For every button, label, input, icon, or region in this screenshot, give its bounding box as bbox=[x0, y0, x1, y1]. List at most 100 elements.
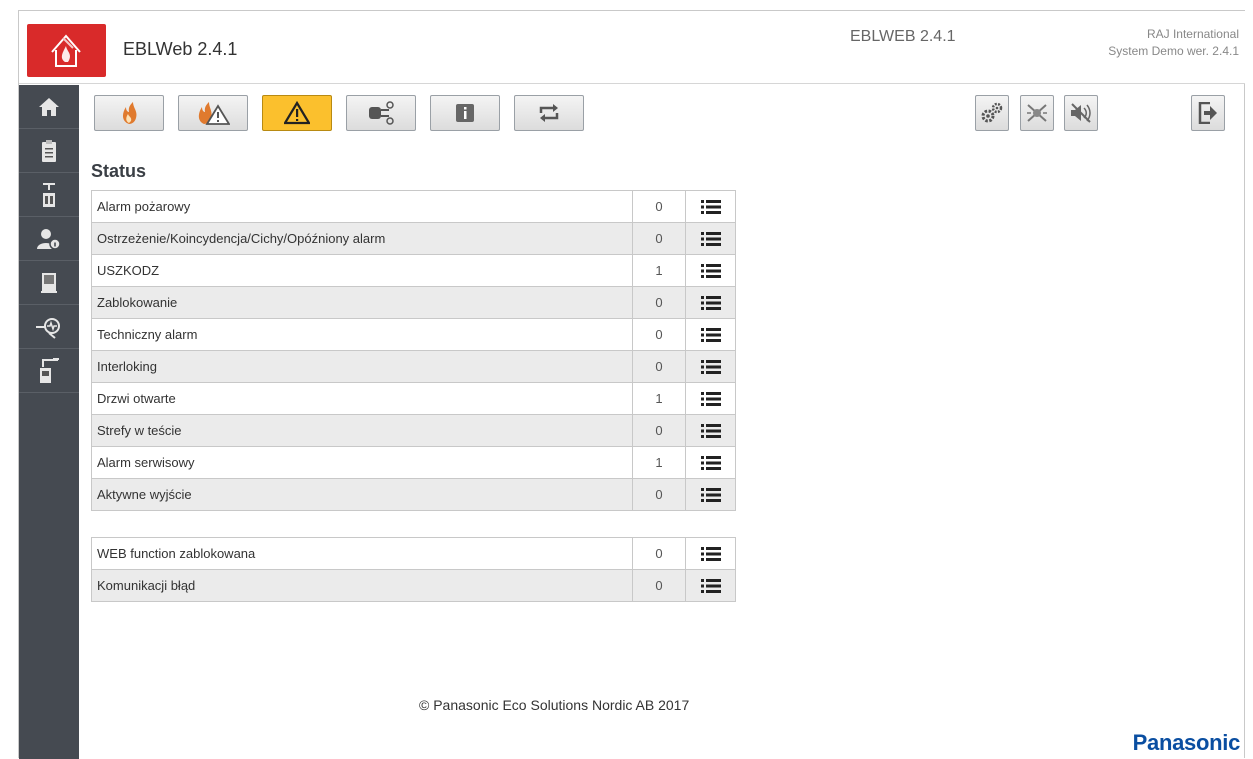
row-label: Ostrzeżenie/Koincydencja/Cichy/Opóźniony… bbox=[91, 222, 633, 255]
row-label: Strefy w teście bbox=[91, 414, 633, 447]
clipboard-icon bbox=[42, 139, 56, 162]
row-label: WEB function zablokowana bbox=[91, 537, 633, 570]
details-button[interactable] bbox=[685, 350, 736, 383]
row-count: 0 bbox=[632, 350, 686, 383]
list-icon bbox=[700, 359, 721, 374]
copyright-text: © Panasonic Eco Solutions Nordic AB 2017 bbox=[419, 697, 690, 713]
row-label: Komunikacji błąd bbox=[91, 569, 633, 602]
sidebar bbox=[19, 85, 79, 759]
list-icon bbox=[700, 487, 721, 502]
toolbar bbox=[79, 85, 1245, 142]
refresh-button[interactable] bbox=[514, 95, 584, 131]
disable-detector-icon bbox=[1027, 104, 1047, 122]
app-logo[interactable] bbox=[27, 24, 106, 77]
fire-alarms-button[interactable] bbox=[94, 95, 164, 131]
system-settings-button[interactable] bbox=[975, 95, 1009, 131]
details-button[interactable] bbox=[685, 569, 736, 602]
details-button[interactable] bbox=[685, 446, 736, 479]
details-button[interactable] bbox=[685, 382, 736, 415]
list-icon bbox=[700, 231, 721, 246]
detector-icon bbox=[36, 317, 60, 339]
fire-warning-icon bbox=[198, 102, 230, 125]
table-row: Ostrzeżenie/Koincydencja/Cichy/Opóźniony… bbox=[91, 222, 736, 255]
sidebar-item-monitor[interactable] bbox=[19, 261, 79, 305]
sidebar-item-events[interactable] bbox=[19, 129, 79, 173]
sidebar-item-panel[interactable] bbox=[19, 173, 79, 217]
table-row: Komunikacji błąd 0 bbox=[91, 569, 736, 602]
row-count: 1 bbox=[632, 446, 686, 479]
settings-device-icon bbox=[369, 101, 394, 125]
system-status-table: WEB function zablokowana 0 Komunikacji bł… bbox=[91, 537, 736, 602]
row-label: Interloking bbox=[91, 350, 633, 383]
disable-button[interactable] bbox=[1020, 95, 1054, 131]
company-info: RAJ International System Demo wer. 2.4.1 bbox=[1108, 26, 1239, 60]
row-label: Aktywne wyjście bbox=[91, 478, 633, 511]
info-icon bbox=[456, 104, 474, 122]
device-settings-button[interactable] bbox=[346, 95, 416, 131]
list-icon bbox=[700, 546, 721, 561]
page-title: Status bbox=[91, 161, 147, 181]
row-count: 0 bbox=[632, 222, 686, 255]
mute-button[interactable] bbox=[1064, 95, 1098, 131]
fire-icon bbox=[122, 102, 137, 124]
row-count: 1 bbox=[632, 254, 686, 287]
user-info-icon bbox=[37, 228, 61, 250]
mute-sound-icon bbox=[1071, 103, 1091, 123]
output-device-icon bbox=[40, 357, 59, 383]
row-count: 0 bbox=[632, 190, 686, 223]
table-row: Drzwi otwarte 1 bbox=[91, 382, 736, 415]
row-label: Alarm pożarowy bbox=[91, 190, 633, 223]
table-row: Aktywne wyjście 0 bbox=[91, 478, 736, 511]
refresh-icon bbox=[539, 104, 559, 122]
panel-icon bbox=[43, 182, 55, 207]
row-count: 0 bbox=[632, 414, 686, 447]
sidebar-item-detectors[interactable] bbox=[19, 305, 79, 349]
details-button[interactable] bbox=[685, 414, 736, 447]
company-name: RAJ International bbox=[1146, 27, 1239, 41]
row-count: 0 bbox=[632, 537, 686, 570]
details-button[interactable] bbox=[685, 254, 736, 287]
list-icon bbox=[700, 578, 721, 593]
details-button[interactable] bbox=[685, 478, 736, 511]
table-row: Strefy w teście 0 bbox=[91, 414, 736, 447]
sidebar-item-outputs[interactable] bbox=[19, 349, 79, 393]
table-row: Alarm pożarowy 0 bbox=[91, 190, 736, 223]
row-label: Drzwi otwarte bbox=[91, 382, 633, 415]
row-label: Techniczny alarm bbox=[91, 318, 633, 351]
table-row: WEB function zablokowana 0 bbox=[91, 537, 736, 570]
version-label: EBLWEB 2.4.1 bbox=[850, 28, 956, 45]
list-icon bbox=[700, 423, 721, 438]
table-row: Interloking 0 bbox=[91, 350, 736, 383]
warning-icon bbox=[284, 101, 310, 125]
building-fire-icon bbox=[51, 34, 81, 67]
table-row: Techniczny alarm 0 bbox=[91, 318, 736, 351]
row-label: Alarm serwisowy bbox=[91, 446, 633, 479]
warnings-button[interactable] bbox=[262, 95, 332, 131]
status-table: Alarm pożarowy 0 Ostrzeżenie/Koincydencja… bbox=[91, 190, 736, 511]
table-row: USZKODZ 1 bbox=[91, 254, 736, 287]
details-button[interactable] bbox=[685, 222, 736, 255]
row-count: 1 bbox=[632, 382, 686, 415]
details-button[interactable] bbox=[685, 537, 736, 570]
row-count: 0 bbox=[632, 478, 686, 511]
list-icon bbox=[700, 327, 721, 342]
details-button[interactable] bbox=[685, 190, 736, 223]
details-button[interactable] bbox=[685, 318, 736, 351]
row-count: 0 bbox=[632, 318, 686, 351]
monitor-icon bbox=[41, 272, 57, 293]
app-title: EBLWeb 2.4.1 bbox=[123, 39, 238, 59]
sidebar-item-home[interactable] bbox=[19, 85, 79, 129]
logout-button[interactable] bbox=[1191, 95, 1225, 131]
row-label: USZKODZ bbox=[91, 254, 633, 287]
system-version: System Demo wer. 2.4.1 bbox=[1108, 44, 1239, 58]
row-count: 0 bbox=[632, 569, 686, 602]
details-button[interactable] bbox=[685, 286, 736, 319]
home-icon bbox=[39, 97, 59, 116]
list-icon bbox=[700, 455, 721, 470]
info-button[interactable] bbox=[430, 95, 500, 131]
sidebar-item-users[interactable] bbox=[19, 217, 79, 261]
row-label: Zablokowanie bbox=[91, 286, 633, 319]
app-window: EBLWeb 2.4.1 EBLWEB 2.4.1 RAJ Internatio… bbox=[18, 10, 1245, 759]
fire-warnings-button[interactable] bbox=[178, 95, 248, 131]
gears-icon bbox=[981, 102, 1003, 123]
